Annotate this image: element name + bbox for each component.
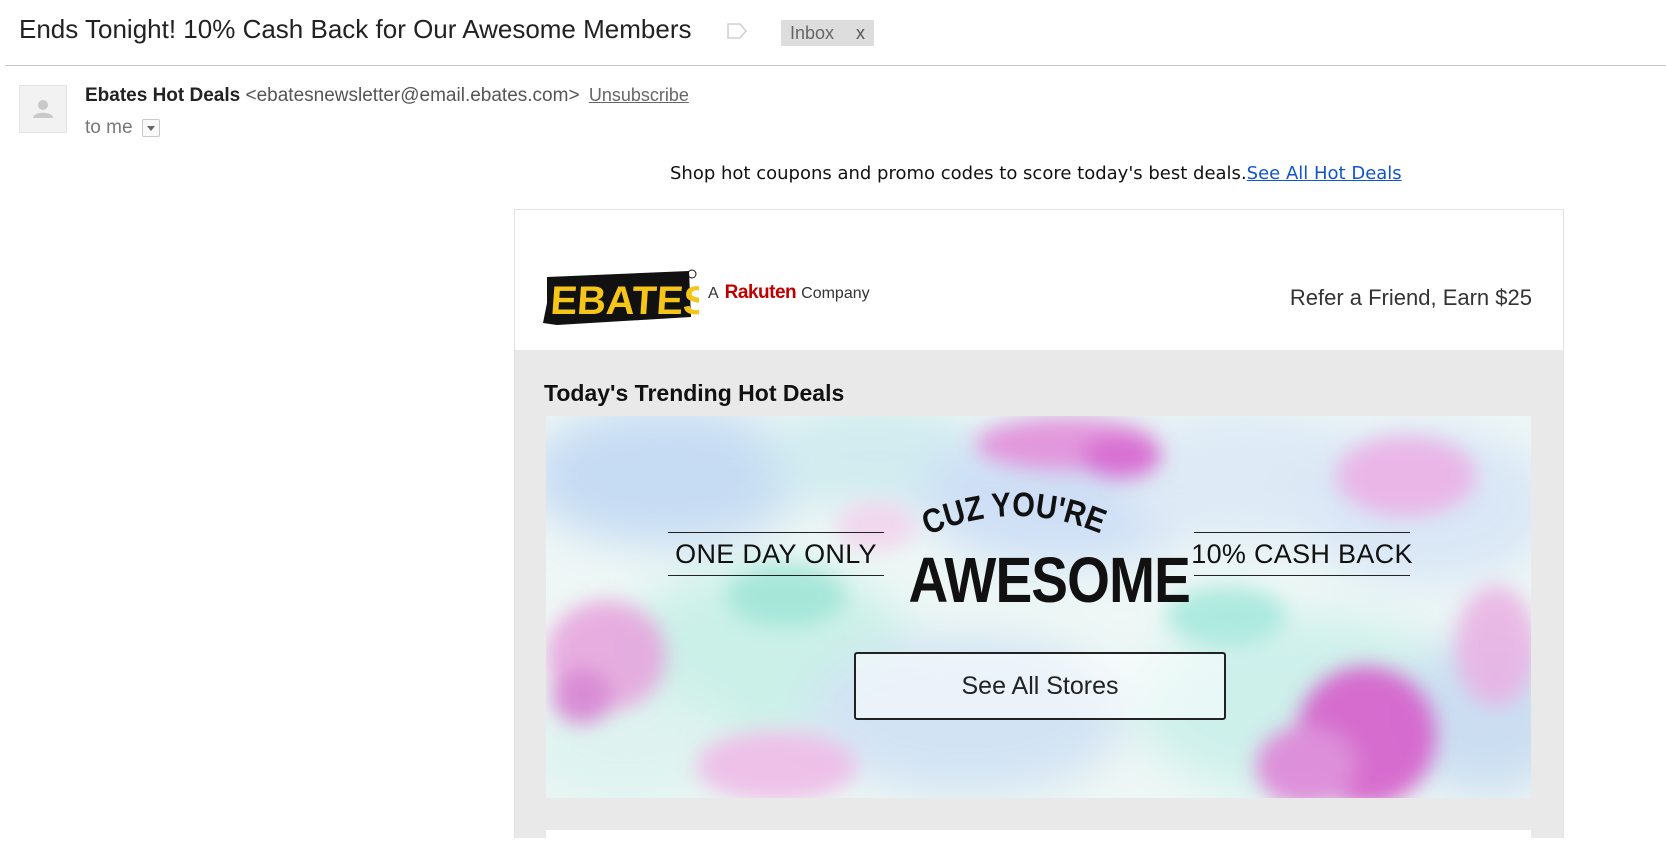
preheader-text: Shop hot coupons and promo codes to scor… [670,163,1247,184]
newsletter-card: EBATES A Rakuten Company Refer a Friend,… [514,209,1564,850]
sender-email: <ebatesnewsletter@email.ebates.com> [245,85,580,106]
rakuten-brand: Rakuten [724,282,797,303]
section-title: Today's Trending Hot Deals [544,380,845,406]
sender-avatar [19,85,67,133]
recipient-details-dropdown[interactable] [141,119,160,137]
label-icon[interactable] [727,23,747,39]
svg-text:CUZ YOU'RE: CUZ YOU'RE [917,491,1111,541]
see-all-hot-deals-link[interactable]: See All Hot Deals [1247,163,1402,184]
rakuten-tagline: A Rakuten Company [708,282,870,304]
inbox-label-chip: Inbox x [781,20,874,46]
ebates-logo-text: EBATES [549,279,699,323]
tagline-a: A [708,285,719,302]
banner-headline-small: CUZ YOU'RE [917,491,1111,541]
sender-name[interactable]: Ebates Hot Deals [85,85,240,106]
recipient-text: to me [85,117,133,138]
ebates-logo-graphic: EBATES [543,269,711,325]
remove-label-button[interactable]: x [856,23,865,44]
banner-left-text: ONE DAY ONLY [668,532,884,576]
sender-line: Ebates Hot Deals <ebatesnewsletter@email… [85,85,689,107]
see-all-stores-button[interactable]: See All Stores [854,652,1226,720]
promo-banner[interactable]: ONE DAY ONLY CUZ YOU'RE AWESOME 10% CASH… [546,416,1531,798]
unsubscribe-link[interactable]: Unsubscribe [589,85,689,105]
person-icon [33,100,53,118]
newsletter-header: EBATES A Rakuten Company Refer a Friend,… [515,210,1563,350]
preheader: Shop hot coupons and promo codes to scor… [670,163,1402,184]
inbox-label-text: Inbox [790,22,835,43]
ebates-logo[interactable]: EBATES [541,267,711,336]
refer-a-friend-link[interactable]: Refer a Friend, Earn $25 [1290,285,1532,311]
next-section-card [546,830,1531,850]
email-subject: Ends Tonight! 10% Cash Back for Our Awes… [19,14,692,44]
email-header: Ends Tonight! 10% Cash Back for Our Awes… [0,0,1666,66]
tagline-company: Company [801,285,870,302]
recipient-line: to me [85,117,160,139]
header-divider [5,65,1666,66]
banner-headline-big: AWESOME [908,544,1191,616]
banner-right-text: 10% CASH BACK [1191,532,1412,576]
cuz-youre-text: CUZ YOU'RE [917,491,1111,541]
